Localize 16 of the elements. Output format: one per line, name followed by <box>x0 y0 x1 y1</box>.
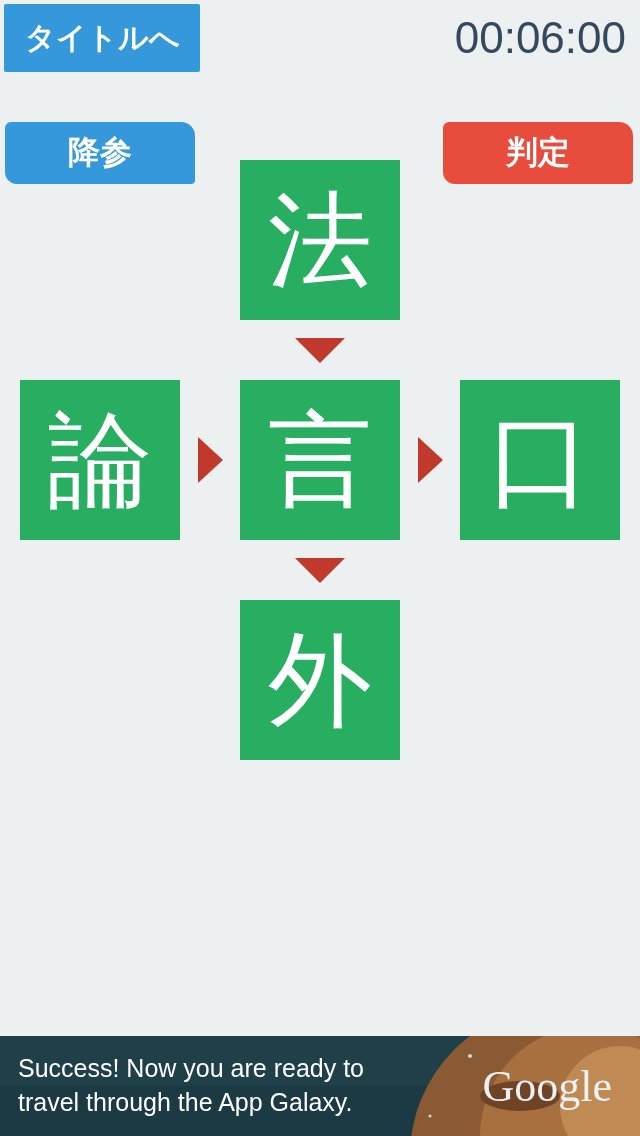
kanji-tile[interactable]: 法 <box>240 160 400 320</box>
kanji-tile[interactable]: 論 <box>20 380 180 540</box>
kanji-tile[interactable]: 言 <box>240 380 400 540</box>
brand-logo: Google <box>482 1060 612 1112</box>
kanji-tile[interactable]: 外 <box>240 600 400 760</box>
back-to-title-button[interactable]: タイトルへ <box>4 4 200 72</box>
down-arrow-icon <box>295 337 345 363</box>
down-arrow-icon <box>295 557 345 583</box>
right-arrow-icon <box>417 437 443 483</box>
surrender-button[interactable]: 降参 <box>5 122 195 184</box>
ad-banner[interactable]: Success! Now you are ready to travel through the App Galaxy. Google <box>0 1036 640 1136</box>
ad-message: Success! Now you are ready to travel through the App Galaxy. <box>18 1053 365 1118</box>
kanji-tile[interactable]: 口 <box>460 380 620 540</box>
judge-button[interactable]: 判定 <box>443 122 633 184</box>
timer: 00:06:00 <box>454 13 626 63</box>
right-arrow-icon <box>197 437 223 483</box>
